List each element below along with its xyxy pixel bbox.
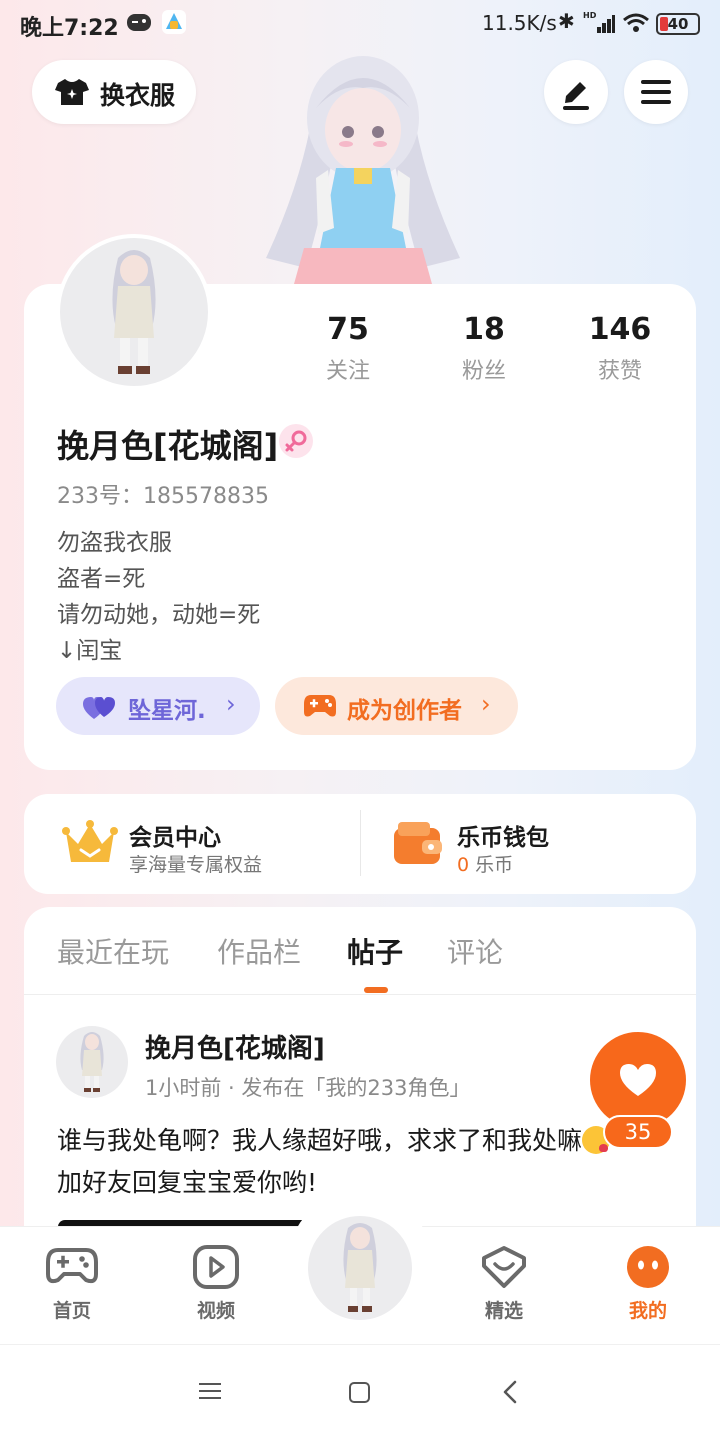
profile-face-icon	[627, 1246, 669, 1288]
become-creator-button[interactable]: 成为创作者 ›	[275, 677, 518, 735]
likes-label: 获赞	[597, 359, 642, 384]
divider	[24, 994, 696, 995]
avatar-figure	[112, 250, 156, 374]
post-author-avatar[interactable]	[56, 1026, 128, 1098]
post-body[interactable]: 谁与我处龟啊？我人缘超好哦，求求了和我处嘛加好友回复宝宝爱你哟!	[57, 1120, 627, 1204]
become-creator-label: 成为创作者	[347, 698, 462, 724]
network-speed: 11.5K/s	[482, 11, 557, 35]
member-center-subtitle: 享海量专属权益	[129, 854, 263, 876]
relationship-pill-button[interactable]: 坠星河. ›	[56, 677, 260, 735]
app-notification-icon	[162, 10, 186, 34]
bio-line: 盗者=死	[57, 566, 146, 592]
change-clothes-label: 换衣服	[100, 81, 176, 110]
divider	[360, 810, 361, 876]
post-author-name[interactable]: 挽月色[花城阁]	[145, 1028, 325, 1065]
nav-home[interactable]: 首页	[22, 1244, 122, 1323]
wifi-icon	[623, 13, 649, 32]
tab-recently-played[interactable]: 最近在玩	[57, 931, 169, 971]
bio-line: ↓闰宝	[57, 638, 123, 664]
bluetooth-icon: ✱	[558, 9, 575, 33]
heart-pair-icon	[83, 697, 115, 719]
wallet-unit: 乐币	[469, 854, 514, 876]
fans-count: 18	[463, 312, 505, 347]
featured-heart-icon	[482, 1246, 526, 1288]
gamepad-icon	[304, 695, 336, 717]
wallet-amount: 0	[457, 854, 470, 876]
heart-icon	[620, 1064, 656, 1096]
bio-line: 勿盗我衣服	[57, 530, 172, 556]
pen-icon	[563, 82, 589, 110]
avatar-figure	[80, 1032, 104, 1092]
nav-mine-label: 我的	[628, 1300, 667, 1322]
post-meta: 1小时前 · 发布在「我的233角色」	[145, 1076, 471, 1100]
post-text-part: 加好友回复宝宝爱你哟!	[57, 1168, 318, 1197]
like-count: 35	[603, 1115, 673, 1149]
likes-count: 146	[588, 312, 652, 347]
wallet-title[interactable]: 乐币钱包	[457, 818, 549, 852]
tab-works[interactable]: 作品栏	[217, 931, 301, 971]
post-text-part: 谁与我处龟啊？我人缘超好哦，求求了和我处	[57, 1126, 558, 1155]
change-clothes-button[interactable]: 换衣服	[32, 60, 196, 124]
nav-video[interactable]: 视频	[166, 1244, 266, 1323]
like-button[interactable]	[590, 1032, 686, 1128]
stat-following[interactable]: 75 关注	[288, 312, 408, 385]
tab-posts[interactable]: 帖子	[347, 931, 403, 971]
shirt-icon	[55, 79, 89, 105]
home-icon[interactable]	[349, 1382, 370, 1403]
profile-avatar[interactable]	[56, 234, 212, 390]
username: 挽月色[花城阁]	[57, 427, 279, 465]
gamepad-icon	[46, 1248, 98, 1284]
menu-button[interactable]	[624, 60, 688, 124]
video-play-icon	[193, 1245, 239, 1289]
hamburger-menu-icon	[641, 80, 671, 104]
fans-label: 粉丝	[461, 359, 506, 384]
nav-avatar-center-button[interactable]	[304, 1212, 416, 1324]
tab-comments[interactable]: 评论	[447, 931, 503, 971]
wallet-icon[interactable]	[392, 820, 446, 868]
status-time: 晚上7:22	[20, 16, 119, 41]
character-avatar-3d[interactable]	[256, 48, 470, 288]
following-label: 关注	[325, 359, 370, 384]
chevron-right-icon: ›	[226, 690, 236, 718]
stat-fans[interactable]: 18 粉丝	[424, 312, 544, 385]
edit-profile-button[interactable]	[544, 60, 608, 124]
bio-line: 请勿动她，动她=死	[57, 602, 261, 628]
hd-label: HD	[583, 11, 597, 20]
crown-icon[interactable]	[62, 818, 118, 870]
signal-icon: HD	[583, 11, 615, 33]
female-gender-icon	[279, 424, 313, 458]
following-count: 75	[327, 312, 369, 347]
battery-level: 40	[667, 15, 689, 33]
avatar-figure	[343, 1223, 377, 1312]
recent-apps-icon[interactable]	[199, 1383, 221, 1401]
post-text-part: 嘛	[557, 1126, 583, 1155]
member-center-title[interactable]: 会员中心	[129, 818, 221, 852]
user-id: 233号：185578835	[57, 484, 269, 509]
chevron-right-icon: ›	[481, 690, 491, 718]
relationship-label: 坠星河.	[128, 698, 206, 724]
nav-video-label: 视频	[196, 1300, 235, 1322]
nav-mine[interactable]: 我的	[598, 1244, 698, 1323]
nav-featured[interactable]: 精选	[454, 1244, 554, 1323]
gamepad-notification-icon	[127, 14, 151, 31]
nav-featured-label: 精选	[484, 1300, 523, 1322]
stat-likes[interactable]: 146 获赞	[560, 312, 680, 385]
battery-icon: 40	[656, 13, 700, 35]
wallet-balance: 0 乐币	[457, 850, 513, 877]
active-tab-indicator	[364, 987, 388, 993]
back-icon[interactable]	[502, 1380, 518, 1404]
nav-home-label: 首页	[52, 1300, 91, 1322]
status-bar: 晚上7:22 11.5K/s ✱ HD 40	[0, 0, 720, 50]
